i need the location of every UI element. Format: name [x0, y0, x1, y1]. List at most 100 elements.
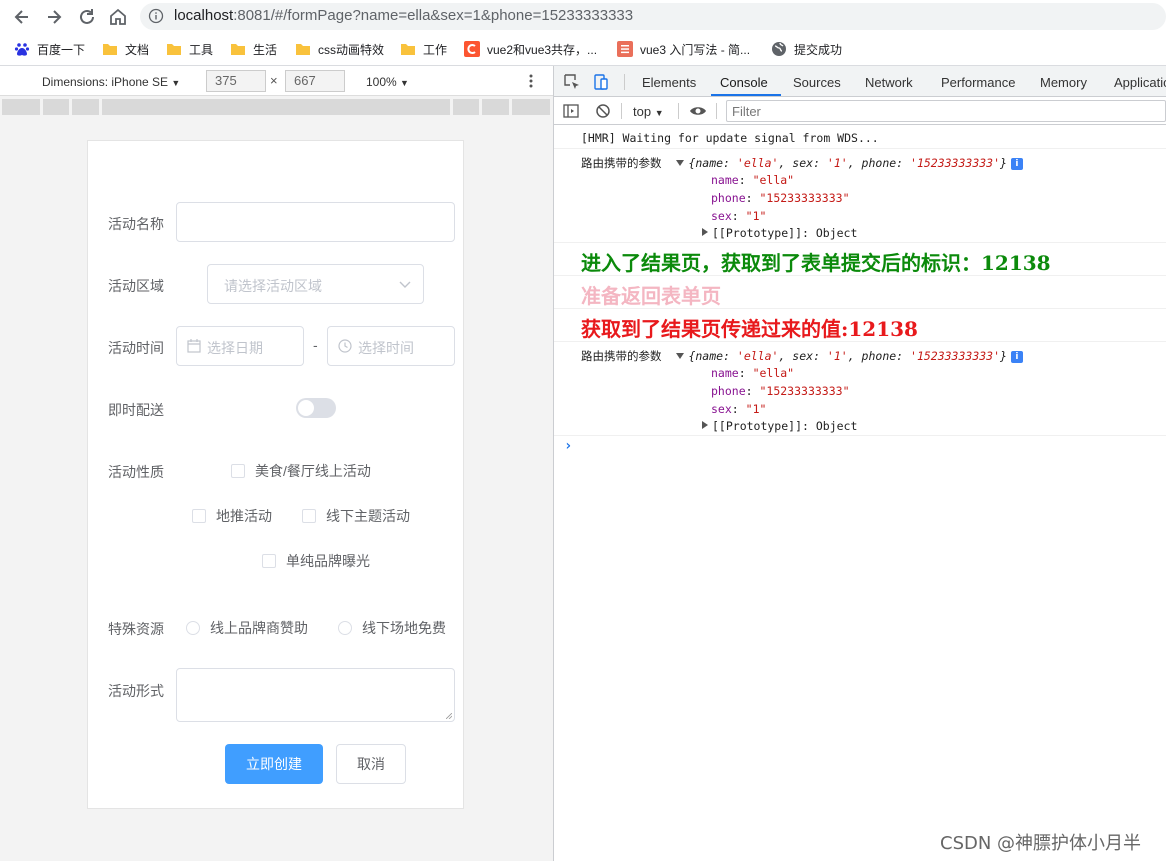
bookmark-tools[interactable]: 工具	[166, 40, 213, 58]
bookmark-docs[interactable]: 文档	[102, 40, 149, 58]
folder-icon	[167, 44, 181, 55]
info-icon[interactable]: i	[1010, 351, 1023, 363]
eye-icon[interactable]	[689, 102, 707, 120]
instant-delivery-switch[interactable]	[296, 398, 336, 418]
activity-name-input[interactable]	[176, 202, 455, 242]
resource-radio-online[interactable]: 线上品牌商赞助	[186, 618, 308, 638]
bookmark-life[interactable]: 生活	[230, 40, 277, 58]
clear-console-icon[interactable]	[594, 102, 612, 120]
checkbox-label: 线下主题活动	[326, 508, 410, 524]
tab-performance[interactable]: Performance	[941, 75, 1015, 90]
bookmark-work[interactable]: 工作	[400, 40, 447, 58]
object-log-summary[interactable]: 路由携带的参数 {name: 'ella', sex: '1', phone: …	[581, 155, 1023, 171]
expand-triangle-icon[interactable]	[702, 421, 708, 429]
tab-sources[interactable]: Sources	[793, 75, 841, 90]
console-message: 准备返回表单页	[554, 276, 1166, 309]
time-placeholder: 选择时间	[358, 340, 414, 356]
device-width-input[interactable]: 375	[206, 70, 266, 92]
media-query-ruler[interactable]	[2, 99, 550, 115]
radio-circle	[338, 621, 352, 635]
device-toggle-icon[interactable]	[592, 73, 610, 91]
bookmark-vue2-vue3[interactable]: vue2和vue3共存，...	[464, 40, 597, 58]
folder-icon	[231, 44, 245, 55]
zoom-select[interactable]: 100% ▼	[366, 75, 409, 89]
device-height-input[interactable]: 667	[285, 70, 345, 92]
create-button[interactable]: 立即创建	[225, 744, 323, 784]
activity-nature-label: 活动性质	[108, 464, 164, 480]
expand-triangle-icon[interactable]	[702, 228, 708, 236]
more-options-icon[interactable]	[527, 73, 535, 89]
emulated-viewport: 活动名称 活动区域 请选择活动区域 活动时间 选择日期 - 选择时间 即时配送 …	[87, 140, 464, 809]
nature-checkbox-offline[interactable]: 线下主题活动	[302, 506, 410, 526]
context-select[interactable]: top ▼	[633, 104, 664, 119]
date-placeholder: 选择日期	[207, 340, 263, 356]
activity-region-select[interactable]: 请选择活动区域	[207, 264, 424, 304]
info-icon[interactable]: i	[1010, 158, 1023, 170]
resize-grip-icon[interactable]	[446, 713, 452, 719]
bookmark-label: 工作	[423, 42, 448, 57]
route-params-label: 路由携带的参数	[581, 349, 662, 363]
console-prompt[interactable]: ›	[564, 438, 572, 454]
activity-name-label: 活动名称	[108, 216, 164, 232]
sidebar-toggle-icon[interactable]	[562, 102, 580, 120]
bookmark-vue3-intro[interactable]: vue3 入门写法 - 简...	[617, 40, 750, 58]
folder-icon	[296, 44, 310, 55]
bookmark-label: css动画特效	[318, 42, 385, 57]
bookmark-baidu[interactable]: 百度一下	[14, 40, 85, 58]
baidu-paw-icon	[14, 43, 30, 56]
route-params-label: 路由携带的参数	[581, 156, 662, 170]
object-property: phone: "15233333333"	[711, 191, 850, 205]
home-icon[interactable]	[108, 7, 128, 27]
device-select[interactable]: Dimensions: iPhone SE ▼	[42, 75, 180, 89]
nature-checkbox-food[interactable]: 美食/餐厅线上活动	[231, 461, 371, 481]
bookmark-label: 文档	[125, 42, 150, 57]
url-text[interactable]: localhost:8081/#/formPage?name=ella&sex=…	[174, 7, 633, 24]
object-log-summary[interactable]: 路由携带的参数 {name: 'ella', sex: '1', phone: …	[581, 348, 1023, 364]
forward-arrow-icon[interactable]	[44, 7, 64, 27]
nature-checkbox-brand[interactable]: 单纯品牌曝光	[262, 551, 370, 571]
checkbox-box	[302, 509, 316, 523]
globe-icon	[772, 42, 786, 56]
url-host: localhost	[174, 7, 234, 24]
object-prototype[interactable]: [[Prototype]]: Object	[702, 419, 857, 433]
radio-label: 线上品牌商赞助	[210, 620, 308, 636]
styled-log-red: 获取到了结果页传递过来的值:12138	[581, 317, 918, 341]
activity-form-label: 活动形式	[108, 683, 164, 699]
nature-checkbox-promo[interactable]: 地推活动	[192, 506, 272, 526]
bookmark-label: 百度一下	[37, 42, 86, 57]
expand-triangle-icon[interactable]	[676, 160, 685, 166]
cancel-button[interactable]: 取消	[336, 744, 406, 784]
activity-region-label: 活动区域	[108, 278, 164, 294]
object-property: name: "ella"	[711, 366, 795, 380]
csdn-icon	[464, 41, 480, 57]
checkbox-box	[262, 554, 276, 568]
console-filter-input[interactable]: Filter	[726, 100, 1166, 122]
tab-memory[interactable]: Memory	[1040, 75, 1087, 90]
calendar-icon	[187, 339, 201, 353]
radio-label: 线下场地免费	[362, 620, 446, 636]
back-arrow-icon[interactable]	[12, 7, 32, 27]
checkbox-label: 地推活动	[216, 508, 272, 524]
bookmark-css[interactable]: css动画特效	[295, 40, 384, 58]
bookmark-submit-success[interactable]: 提交成功	[771, 40, 842, 58]
console-message: 路由携带的参数 {name: 'ella', sex: '1', phone: …	[554, 342, 1166, 436]
resource-radio-offline[interactable]: 线下场地免费	[338, 618, 446, 638]
radio-circle	[186, 621, 200, 635]
inspect-element-icon[interactable]	[563, 73, 581, 91]
tab-console[interactable]: Console	[720, 75, 768, 90]
tab-network[interactable]: Network	[865, 75, 913, 90]
reload-icon[interactable]	[77, 7, 97, 27]
console-message: 获取到了结果页传递过来的值:12138	[554, 309, 1166, 342]
time-picker-input[interactable]: 选择时间	[327, 326, 455, 366]
tab-application[interactable]: Applicatio	[1114, 75, 1166, 90]
checkbox-label: 单纯品牌曝光	[286, 553, 370, 569]
active-tab-indicator	[711, 94, 781, 96]
tab-elements[interactable]: Elements	[642, 75, 696, 90]
folder-icon	[401, 44, 415, 55]
activity-form-textarea[interactable]	[176, 668, 455, 722]
date-picker-input[interactable]: 选择日期	[176, 326, 304, 366]
object-prototype[interactable]: [[Prototype]]: Object	[702, 226, 857, 240]
bookmarks-bar: 百度一下 文档 工具 生活 css动画特效 工作 vue2和vue3共存，...…	[0, 33, 1166, 66]
expand-triangle-icon[interactable]	[676, 353, 685, 359]
site-info-icon[interactable]	[148, 8, 164, 24]
